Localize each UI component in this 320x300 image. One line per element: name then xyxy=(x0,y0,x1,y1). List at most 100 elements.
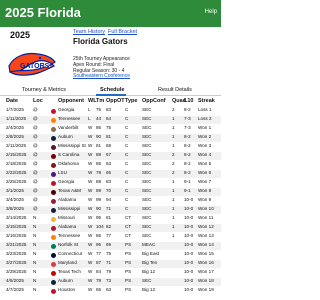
streak: Won 4 xyxy=(198,152,212,157)
last-10: 10-0 xyxy=(184,269,194,274)
table-row[interactable]: 3/23/2025 N Connecticut W 77 75 PS Big East 10-0… xyxy=(0,251,221,259)
col-opp[interactable]: Opp xyxy=(106,98,117,104)
opponent-name: Alabama xyxy=(58,197,77,202)
table-row[interactable]: 3/4/2025 @ Alabama W 99 94 C SEC 1 10-0 Won 9 xyxy=(0,197,221,205)
table-row[interactable]: 2/25/2025 @ Georgia W 88 83 C SEC 1 9-1 Won 7 xyxy=(0,179,221,187)
opponent-score: 69 xyxy=(106,242,112,247)
win-loss: W xyxy=(88,269,93,274)
col-opponent[interactable]: Opponent xyxy=(58,98,84,104)
opponent-logo-icon xyxy=(51,243,56,249)
col-ot[interactable]: OT xyxy=(117,98,125,104)
opponent-logo-icon xyxy=(51,180,56,186)
last-10: 10-0 xyxy=(184,197,194,202)
table-row[interactable]: 4/5/2025 N Auburn W 79 73 PS SEC 10-0 Won 18 xyxy=(0,278,221,286)
game-type: C xyxy=(125,107,129,112)
team-score: 99 xyxy=(96,197,102,202)
quadrant: 1 xyxy=(172,134,175,139)
opponent-score: 71 xyxy=(106,260,112,265)
win-loss: W xyxy=(88,143,93,148)
game-location: @ xyxy=(33,188,38,193)
table-row[interactable]: 2/11/2025 @ Mississippi St W 81 68 C SEC 1 8-2 Won… xyxy=(0,143,221,151)
table-row[interactable]: 3/16/2025 N Tennessee W 86 77 CT SEC 1 10-0 Won 13 xyxy=(0,233,221,241)
opponent-score: 71 xyxy=(106,206,112,211)
table-row[interactable]: 3/27/2025 N Maryland W 87 71 PS Big Ten 10-0 Won … xyxy=(0,260,221,268)
team-score: 104 xyxy=(96,224,104,229)
opponent-logo-icon xyxy=(51,261,56,267)
schedule-header: Date Loc Opponent WL Tm Opp OT Type OppC… xyxy=(0,98,221,106)
col-l10[interactable]: L10 xyxy=(184,98,193,104)
streak: Won 17 xyxy=(198,269,214,274)
win-loss: W xyxy=(88,251,93,256)
game-date: 2/18/2025 xyxy=(6,161,27,166)
game-location: @ xyxy=(33,116,38,121)
game-date: 2/11/2025 xyxy=(6,143,27,148)
col-oppconf[interactable]: OppConf xyxy=(142,98,166,104)
table-row[interactable]: 2/4/2025 @ Vanderbilt W 86 75 C SEC 1 7-3 Won 1 xyxy=(0,125,221,133)
table-row[interactable]: 3/8/2025 @ Mississippi W 90 71 C SEC 1 10-0 Won 10 xyxy=(0,206,221,214)
table-row[interactable]: 2/8/2025 @ Auburn W 90 81 C SEC 1 8-2 Won 2 xyxy=(0,134,221,142)
opponent-conference: SEC xyxy=(142,170,152,175)
table-row[interactable]: 3/21/2025 N Norfolk St W 95 69 PS MEAC 10-0 Won 1… xyxy=(0,242,221,250)
game-location: N xyxy=(33,287,37,292)
win-loss: W xyxy=(88,242,93,247)
table-row[interactable]: 3/1/2025 @ Texas A&M W 89 70 C SEC 1 9-1 Won 8 xyxy=(0,188,221,196)
table-row[interactable]: 2/22/2025 @ LSU W 79 65 C SEC 2 8-2 Won 6 xyxy=(0,170,221,178)
last-10: 8-2 xyxy=(184,107,191,112)
full-bracket-link[interactable]: Full Bracket xyxy=(108,29,137,35)
quadrant: 1 xyxy=(172,197,175,202)
game-type: C xyxy=(125,179,129,184)
table-row[interactable]: 3/29/2025 N Texas Tech W 84 79 PS Big 12 10-0 Won… xyxy=(0,269,221,277)
opponent-score: 75 xyxy=(106,125,112,130)
win-loss: W xyxy=(88,179,93,184)
opponent-score: 65 xyxy=(106,170,112,175)
table-row[interactable]: 4/7/2025 N Houston W 65 63 PS Big 12 10-0 Won 19 xyxy=(0,287,221,295)
last-10: 8-2 xyxy=(184,143,191,148)
conference-link[interactable]: Southeastern Conference xyxy=(73,73,130,79)
opponent-conference: SEC xyxy=(142,188,152,193)
tab-result-details[interactable]: Result Details xyxy=(158,87,192,93)
last-10: 10-0 xyxy=(184,233,194,238)
opponent-score: 70 xyxy=(106,188,112,193)
quadrant: 1 xyxy=(172,116,175,121)
win-loss: W xyxy=(88,233,93,238)
tab-tourney-metrics[interactable]: Tourney & Metrics xyxy=(22,87,66,93)
opponent-logo-icon xyxy=(51,270,56,276)
team-history-link[interactable]: Team History xyxy=(73,29,105,35)
opponent-name: Auburn xyxy=(58,134,73,139)
streak: Won 6 xyxy=(198,170,212,175)
opponent-conference: Big 12 xyxy=(142,269,156,274)
tab-schedule[interactable]: Schedule xyxy=(100,87,124,93)
help-link[interactable]: Help xyxy=(205,9,217,15)
col-loc[interactable]: Loc xyxy=(33,98,43,104)
table-row[interactable]: 2/18/2025 @ Oklahoma W 85 63 C SEC 2 8-2 Won 5 xyxy=(0,161,221,169)
table-row[interactable]: 3/15/2025 N Alabama W 104 82 CT SEC 1 10-0 Won 12 xyxy=(0,224,221,232)
quadrant: 1 xyxy=(172,233,175,238)
table-row[interactable]: 1/7/2025 @ Georgia L 75 83 C SEC 2 8-2 Loss 1 xyxy=(0,107,221,115)
col-streak[interactable]: Streak xyxy=(198,98,215,104)
team-score: 44 xyxy=(96,116,102,121)
opponent-logo-icon xyxy=(51,135,56,141)
game-type: C xyxy=(125,188,129,193)
streak: Won 9 xyxy=(198,197,212,202)
opponent-conference: SEC xyxy=(142,125,152,130)
table-row[interactable]: 3/14/2025 N Missouri W 95 81 CT SEC 1 10-0 Won 11 xyxy=(0,215,221,223)
opponent-score: 63 xyxy=(106,287,112,292)
game-date: 4/5/2025 xyxy=(6,278,24,283)
game-type: C xyxy=(125,170,129,175)
last-10: 10-0 xyxy=(184,260,194,265)
streak: Won 18 xyxy=(198,278,214,283)
table-row[interactable]: 2/15/2025 @ S Carolina W 88 67 C SEC 2 8-2 Won 4 xyxy=(0,152,221,160)
col-tm[interactable]: Tm xyxy=(96,98,104,104)
table-row[interactable]: 1/11/2025 @ Tennessee L 44 64 C SEC 1 7-3 Loss 2 xyxy=(0,116,221,124)
win-loss: W xyxy=(88,125,93,130)
opponent-conference: SEC xyxy=(142,215,152,220)
opponent-conference: SEC xyxy=(142,197,152,202)
quadrant: 2 xyxy=(172,170,175,175)
streak: Loss 1 xyxy=(198,107,212,112)
game-type: PS xyxy=(125,242,132,247)
col-type[interactable]: Type xyxy=(125,98,137,104)
quadrant: 2 xyxy=(172,107,175,112)
col-date[interactable]: Date xyxy=(6,98,18,104)
game-location: N xyxy=(33,269,37,274)
game-type: C xyxy=(125,143,129,148)
